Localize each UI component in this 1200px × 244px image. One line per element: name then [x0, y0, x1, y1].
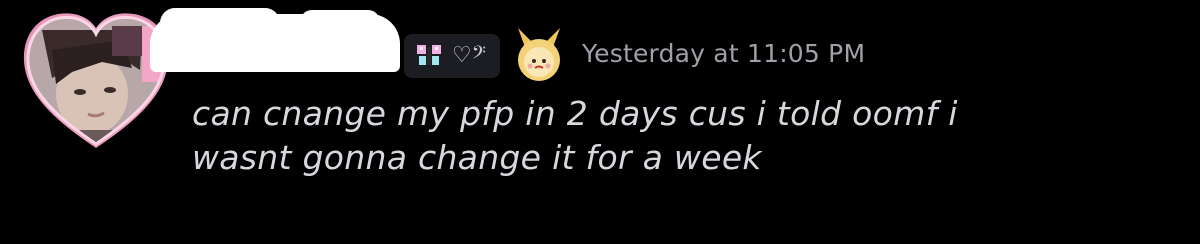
- message-content: can cnange my pfp in 2 days cus i told o…: [192, 92, 1152, 180]
- butterfly-icon: [417, 45, 441, 65]
- bunny-hood-icon: [512, 26, 566, 82]
- username-redaction: [150, 8, 400, 72]
- clan-tag[interactable]: ♡𝄢: [404, 34, 500, 78]
- chat-message: ♡𝄢 Yesterday at 11:05 PM can cnange my p…: [0, 0, 1200, 244]
- message-timestamp: Yesterday at 11:05 PM: [582, 39, 866, 68]
- message-line: can cnange my pfp in 2 days cus i told o…: [192, 94, 958, 133]
- heart-avatar-frame: [23, 13, 169, 148]
- message-line: wasnt gonna change it for a week: [192, 138, 762, 178]
- clan-tag-symbol: ♡𝄢: [452, 43, 486, 68]
- avatar[interactable]: [22, 10, 170, 150]
